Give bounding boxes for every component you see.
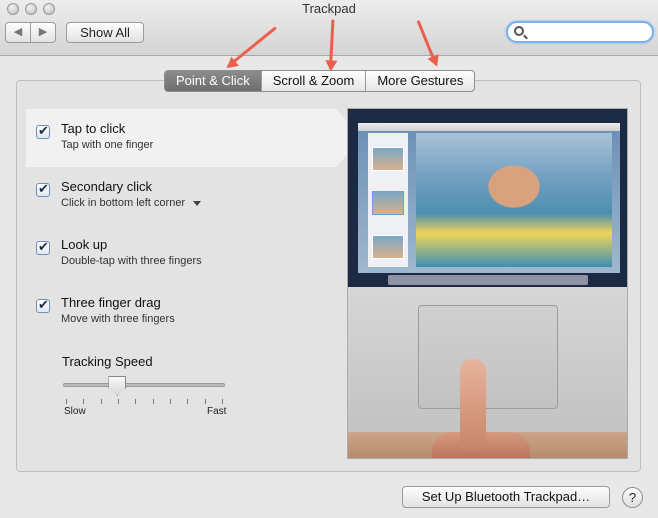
- window-title: Trackpad: [302, 1, 356, 16]
- slider-max-label: Fast: [207, 406, 227, 417]
- option-title: Look up: [61, 237, 108, 252]
- slider-tick: [83, 399, 85, 404]
- preview-photo: [416, 133, 612, 267]
- tracking-speed-slider[interactable]: [63, 383, 225, 387]
- chevron-left-icon[interactable]: ◀: [6, 23, 31, 42]
- setup-bluetooth-trackpad-button[interactable]: Set Up Bluetooth Trackpad…: [402, 486, 610, 508]
- slider-tick: [66, 399, 67, 404]
- option-subtitle: Tap with one finger: [61, 139, 154, 151]
- preview-laptop-base: [348, 287, 627, 458]
- preview-trackpad: [418, 305, 558, 409]
- slider-tick: [204, 399, 206, 404]
- tap-to-click-checkbox[interactable]: [36, 123, 50, 139]
- slider-min-label: Slow: [64, 406, 86, 417]
- option-three-finger-drag[interactable]: Three finger drag Move with three finger…: [26, 283, 336, 341]
- slider-tick: [135, 399, 137, 404]
- option-title: Three finger drag: [61, 295, 161, 310]
- option-subtitle: Move with three fingers: [61, 313, 175, 325]
- show-all-button[interactable]: Show All: [66, 22, 144, 43]
- preview-window-bar: [358, 123, 620, 131]
- option-title: Tap to click: [61, 121, 126, 136]
- option-secondary-click[interactable]: Secondary click Click in bottom left cor…: [26, 167, 336, 225]
- tab-bar: Point & Click Scroll & Zoom More Gesture…: [164, 70, 476, 92]
- look-up-checkbox[interactable]: [36, 239, 50, 255]
- preview-thumbnail: [372, 147, 404, 171]
- tab-more-gestures[interactable]: More Gestures: [366, 71, 474, 91]
- slider-tick: [100, 399, 102, 404]
- option-title: Secondary click: [61, 179, 153, 194]
- tab-scroll-and-zoom[interactable]: Scroll & Zoom: [262, 71, 367, 91]
- secondary-click-checkbox[interactable]: [36, 181, 50, 197]
- preview-thumbnails: [368, 133, 408, 267]
- back-forward-control: ◀ ▶: [5, 22, 56, 43]
- preview-thumbnail: [372, 191, 404, 215]
- tracking-speed-label: Tracking Speed: [62, 354, 153, 369]
- three-finger-drag-checkbox[interactable]: [36, 297, 50, 313]
- slider-tick: [118, 399, 119, 404]
- tab-point-and-click[interactable]: Point & Click: [165, 71, 262, 91]
- slider-tick: [187, 399, 189, 404]
- slider-tick: [222, 399, 223, 404]
- option-tap-to-click[interactable]: Tap to click Tap with one finger: [26, 109, 362, 167]
- search-icon: [514, 26, 524, 36]
- gesture-preview-video: [347, 108, 628, 459]
- preview-screen: [348, 109, 627, 287]
- preview-finger: [460, 359, 486, 449]
- preview-desktop: [358, 123, 620, 273]
- slider-tick: [152, 399, 154, 404]
- preview-dock: [388, 275, 588, 285]
- chevron-right-icon[interactable]: ▶: [31, 23, 55, 42]
- search-field[interactable]: [506, 21, 654, 43]
- option-subtitle: Click in bottom left corner: [61, 197, 186, 209]
- help-button[interactable]: ?: [622, 487, 643, 508]
- secondary-click-popup[interactable]: Click in bottom left corner: [61, 197, 202, 209]
- chevron-down-icon: [193, 200, 202, 206]
- option-subtitle: Double-tap with three fingers: [61, 255, 202, 267]
- option-look-up[interactable]: Look up Double-tap with three fingers: [26, 225, 336, 283]
- preview-thumbnail: [372, 235, 404, 259]
- slider-tick: [170, 399, 171, 404]
